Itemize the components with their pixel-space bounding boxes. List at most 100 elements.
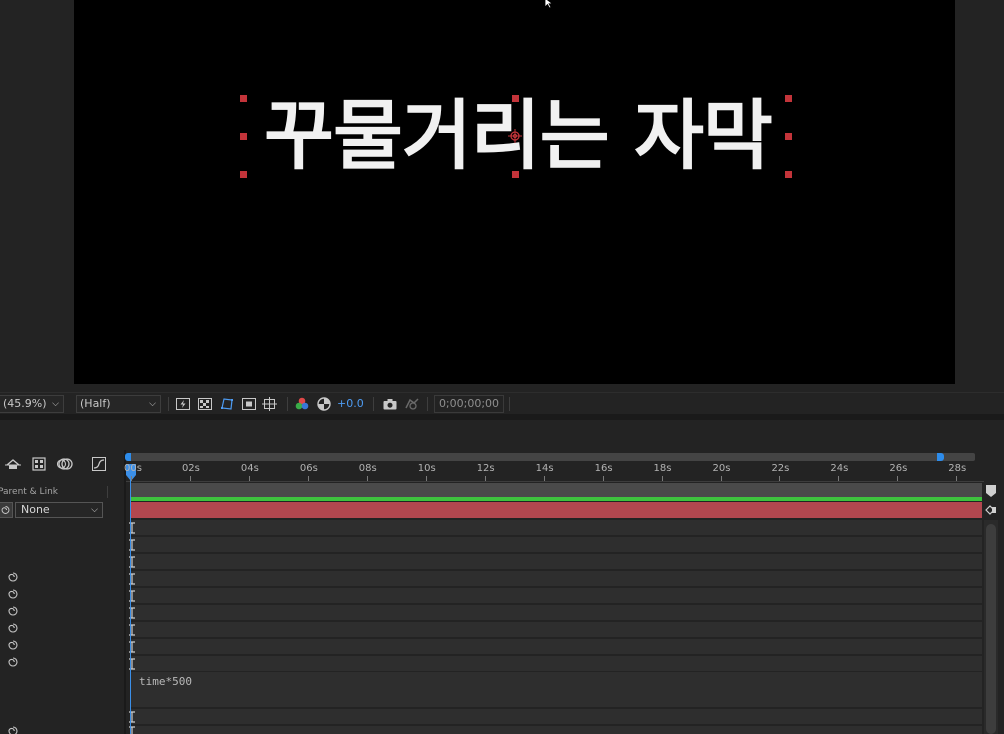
property-track[interactable] — [131, 656, 982, 672]
ruler-tick — [603, 476, 604, 481]
ruler-tick-label: 04s — [240, 463, 259, 474]
property-track[interactable] — [131, 709, 982, 725]
expression-track[interactable] — [131, 672, 982, 707]
ruler-tick — [426, 476, 427, 481]
pane-divider[interactable] — [124, 450, 126, 734]
ruler-tick — [308, 476, 309, 481]
transform-handle-top-right[interactable] — [785, 95, 792, 102]
composition-canvas[interactable] — [74, 0, 955, 384]
ruler-tick-label: 08s — [358, 463, 377, 474]
resolution-dropdown[interactable]: (Half) ⌵ — [76, 395, 161, 413]
property-track[interactable] — [131, 571, 982, 587]
comp-marker-bin-icon[interactable] — [985, 484, 997, 498]
toolbar-divider — [168, 397, 169, 411]
ruler-tick-label: 20s — [712, 463, 731, 474]
magnification-value: (45.9%) — [3, 397, 47, 410]
chevron-down-icon: ⌵ — [91, 505, 98, 515]
property-track[interactable] — [131, 639, 982, 655]
ruler-tick — [190, 476, 191, 481]
transform-handle-middle-left[interactable] — [240, 133, 247, 140]
ruler-baseline — [126, 481, 984, 482]
composition-duration-bar[interactable] — [131, 483, 982, 498]
keyframe-navigator-icon[interactable] — [985, 503, 997, 517]
transform-handle-top-center[interactable] — [512, 95, 519, 102]
arrow-cursor-icon — [544, 0, 554, 8]
ruler-tick — [956, 476, 957, 481]
reset-exposure-icon[interactable] — [316, 396, 332, 412]
ruler-tick-label: 10s — [417, 463, 436, 474]
channel-rgb-icon[interactable] — [294, 396, 310, 412]
parent-value: None — [21, 503, 50, 516]
spiral-pickwhip-icon[interactable] — [0, 502, 13, 518]
ruler-tick — [249, 476, 250, 481]
ruler-tick-label: 24s — [830, 463, 849, 474]
property-track[interactable] — [131, 605, 982, 621]
toolbar-divider — [287, 397, 288, 411]
text-layer-duration-bar[interactable] — [131, 502, 982, 518]
shy-layers-icon[interactable] — [5, 456, 21, 472]
ruler-tick — [131, 476, 132, 481]
spiral-pickwhip-icon[interactable] — [7, 656, 19, 668]
property-track[interactable] — [131, 588, 982, 604]
ruler-tick — [897, 476, 898, 481]
property-track[interactable] — [131, 622, 982, 638]
spiral-pickwhip-icon[interactable] — [7, 622, 19, 634]
property-track[interactable] — [131, 554, 982, 570]
viewer-toolbar: (45.9%) ⌵ (Half) ⌵ +0.0 0;00;00;00 — [0, 392, 1004, 414]
ruler-tick-label: 00s — [124, 463, 142, 474]
ruler-tick — [367, 476, 368, 481]
exposure-value[interactable]: +0.0 — [337, 395, 364, 413]
property-track[interactable] — [131, 537, 982, 553]
property-track[interactable] — [131, 520, 982, 536]
transform-handle-top-left[interactable] — [240, 95, 247, 102]
timeline-panel: Parent & Link None ⌵ time*500 00s 02s 04… — [0, 420, 1004, 734]
render-cache-bar — [131, 497, 982, 501]
show-snapshot-icon[interactable] — [404, 396, 420, 412]
graph-editor-icon[interactable] — [91, 456, 107, 472]
composition-viewer: 꾸물거리는 자막 — [0, 0, 1004, 392]
scrollbar-thumb[interactable] — [986, 524, 996, 734]
camera-icon[interactable] — [382, 396, 398, 412]
transparency-grid-icon[interactable] — [197, 396, 213, 412]
current-time-display[interactable]: 0;00;00;00 — [434, 395, 504, 413]
parent-dropdown[interactable]: None ⌵ — [15, 502, 103, 518]
motion-blur-icon[interactable] — [57, 456, 73, 472]
property-track[interactable] — [131, 726, 982, 734]
transform-handle-middle-right[interactable] — [785, 133, 792, 140]
ruler-tick — [662, 476, 663, 481]
ruler-tick-label: 28s — [948, 463, 967, 474]
transform-handle-bottom-left[interactable] — [240, 171, 247, 178]
anchor-point-icon[interactable] — [508, 129, 522, 143]
toolbar-divider — [373, 397, 374, 411]
grid-guides-icon[interactable] — [262, 396, 278, 412]
chevron-down-icon: ⌵ — [149, 399, 156, 409]
ruler-tick — [779, 476, 780, 481]
frame-blending-icon[interactable] — [31, 456, 47, 472]
ruler-tick — [485, 476, 486, 481]
spiral-pickwhip-icon[interactable] — [7, 571, 19, 583]
ruler-tick-label: 12s — [476, 463, 495, 474]
fast-preview-icon[interactable] — [175, 396, 191, 412]
ruler-tick — [838, 476, 839, 481]
transform-handle-bottom-center[interactable] — [512, 171, 519, 178]
ruler-tick-label: 06s — [299, 463, 318, 474]
current-time-indicator-line[interactable] — [130, 478, 131, 734]
chevron-down-icon: ⌵ — [52, 399, 59, 409]
ruler-tick-label: 14s — [535, 463, 554, 474]
work-area-bar[interactable] — [127, 453, 975, 461]
transform-handle-bottom-right[interactable] — [785, 171, 792, 178]
expression-editor-text[interactable]: time*500 — [139, 675, 192, 689]
ruler-tick — [721, 476, 722, 481]
mask-visibility-icon[interactable] — [219, 396, 235, 412]
spiral-pickwhip-icon[interactable] — [7, 588, 19, 600]
spiral-pickwhip-icon[interactable] — [7, 639, 19, 651]
parent-link-column-header[interactable]: Parent & Link — [0, 486, 58, 498]
work-area-end-handle[interactable] — [937, 453, 944, 461]
work-area-start-handle[interactable] — [125, 453, 131, 461]
magnification-dropdown[interactable]: (45.9%) ⌵ — [0, 395, 64, 413]
spiral-pickwhip-icon[interactable] — [7, 605, 19, 617]
resolution-value: (Half) — [80, 397, 111, 410]
ruler-tick-label: 02s — [181, 463, 200, 474]
spiral-pickwhip-icon[interactable] — [7, 725, 19, 734]
region-of-interest-icon[interactable] — [241, 396, 257, 412]
